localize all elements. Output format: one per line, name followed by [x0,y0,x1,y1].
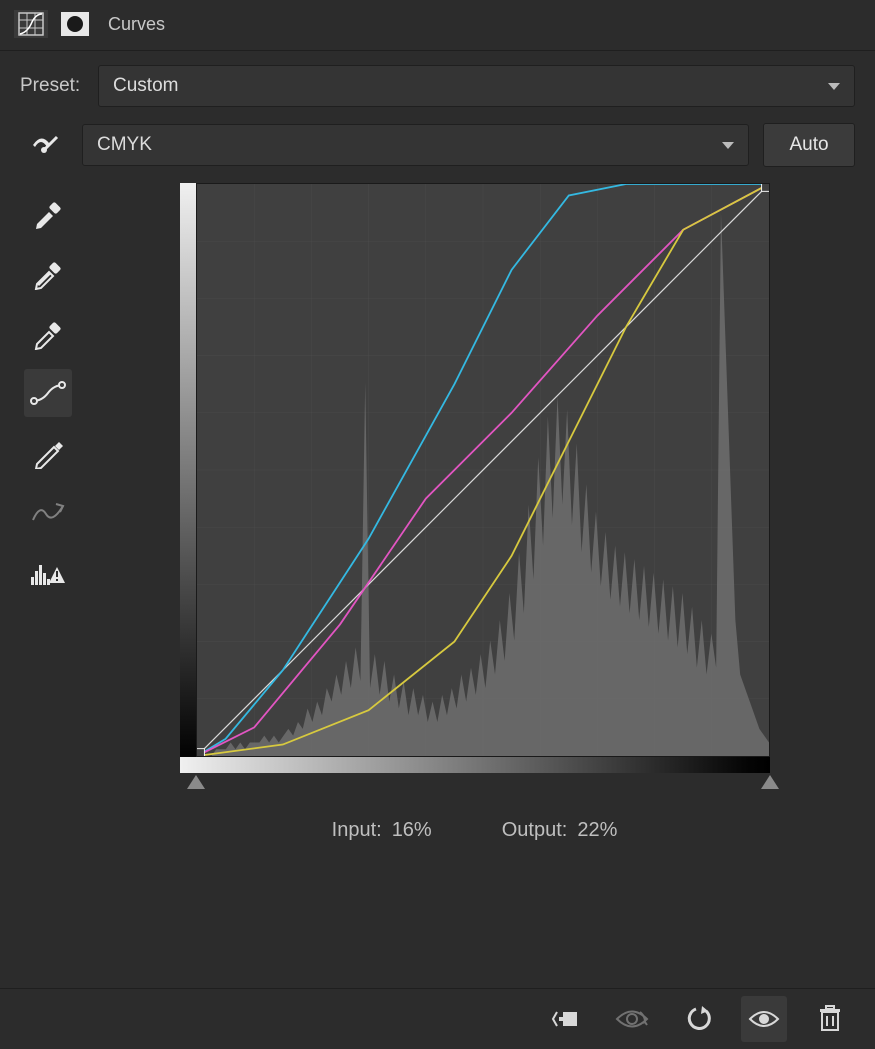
white-point-slider[interactable] [761,775,779,789]
auto-button[interactable]: Auto [763,123,855,167]
chevron-down-icon [722,142,734,149]
output-gradient-strip [180,183,196,773]
black-point-slider[interactable] [187,775,205,789]
output-value: 22% [577,819,617,841]
gray-point-eyedropper-icon[interactable] [24,249,72,297]
chevron-down-icon [828,83,840,90]
reset-icon[interactable] [675,996,721,1042]
draw-curve-tool-icon[interactable] [24,429,72,477]
clip-to-layer-icon[interactable] [543,996,589,1042]
delete-icon[interactable] [807,996,853,1042]
preset-value: Custom [113,75,178,97]
curves-panel-icon[interactable] [14,10,48,38]
channel-select[interactable]: CMYK [82,124,749,166]
visibility-icon[interactable] [741,996,787,1042]
white-point-eyedropper-icon[interactable] [24,309,72,357]
output-label: Output: [502,819,568,841]
black-point-eyedropper-icon[interactable] [24,189,72,237]
input-gradient-strip [180,757,770,773]
histogram-clip-warning-icon[interactable] [24,549,72,597]
range-sliders[interactable] [196,773,770,795]
tool-column [20,183,76,842]
targeted-adjustment-icon[interactable] [20,121,68,169]
channel-value: CMYK [97,134,152,156]
curves-plot[interactable] [196,183,770,757]
view-previous-state-icon[interactable] [609,996,655,1042]
input-value: 16% [392,819,432,841]
curve-point-tool-icon[interactable] [24,369,72,417]
preset-select[interactable]: Custom [98,65,855,107]
panel-title: Curves [108,14,165,35]
io-readout: Input: 16% Output: 22% [332,819,618,842]
channel-row: CMYK Auto [20,121,855,169]
input-label: Input: [332,819,382,841]
layer-mask-icon[interactable] [58,10,92,38]
preset-row: Preset: Custom [20,65,855,107]
panel-footer [0,988,875,1049]
smooth-curve-icon[interactable] [24,489,72,537]
curves-graph[interactable] [180,183,770,773]
panel-header: Curves [0,0,875,51]
preset-label: Preset: [20,75,84,97]
